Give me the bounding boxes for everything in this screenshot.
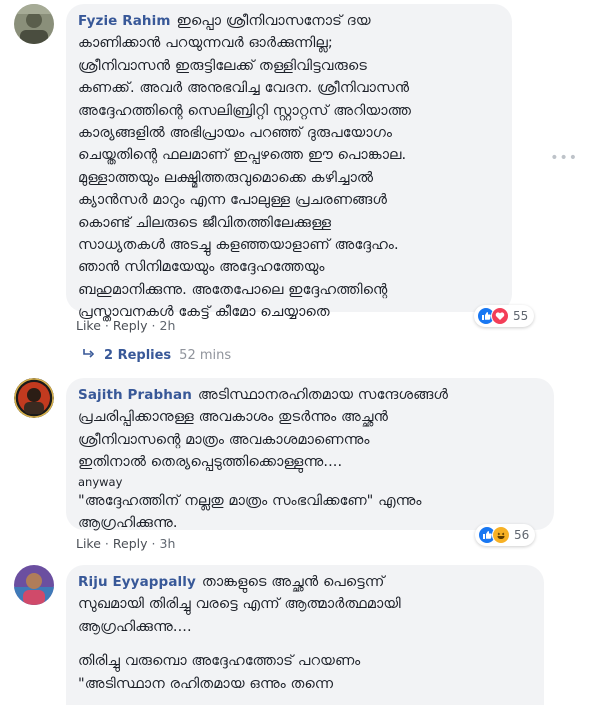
haha-reaction-icon — [492, 526, 510, 544]
comment: Fyzie Rahim ഇപ്പൊ ശ്രീനിവാസനോട് ദയ കാണിക്… — [0, 0, 600, 380]
comment-bubble: Riju Eyyappally താങ്കളുടെ അച്ഛൻ പെട്ടെന്ന… — [66, 565, 544, 705]
author-name[interactable]: Fyzie Rahim — [78, 13, 171, 29]
replies-timestamp: 52 mins — [179, 348, 232, 363]
comment-text: "അടിസ്ഥാന രഹിതമായ ഒന്നും തന്നെ — [78, 675, 334, 692]
reply-arrow-icon — [82, 348, 95, 363]
view-replies-link[interactable]: 2 Replies 52 mins — [82, 348, 231, 363]
comment-text: ഞാൻ സിനിമയേയും അദ്ദേഹത്തേയും — [78, 259, 325, 276]
comment-text: കൊണ്ട് ചിലരുടെ ജീവിതത്തിലേക്കുള്ള — [78, 214, 332, 231]
comment-text: മുള്ളാത്തയും ലക്ഷ്മിത്തരുവുമൊക്കെ കഴിച്ച… — [78, 169, 374, 186]
comment-text: ക്യാൻസർ മാറും എന്ന പോലുള്ള പ്രചരണങ്ങൾ — [78, 192, 388, 209]
love-reaction-icon — [491, 307, 509, 325]
comment-text: ഇതിനാൽ തെര്യപ്പെടുത്തിക്കൊള്ളുന്നു.... — [78, 454, 343, 471]
comment: Riju Eyyappally താങ്കളുടെ അച്ഛൻ പെട്ടെന്ന… — [0, 563, 600, 705]
comment-text: ഇപ്പൊ ശ്രീനിവാസനോട് ദയ — [176, 13, 371, 29]
comment-text: "അദ്ദേഹത്തിന് നല്ലതു മാത്രം സംഭവിക്കണേ" … — [78, 492, 422, 509]
comment-text: സുഖമായി തിരിച്ചു വരട്ടെ എന്ന് ആത്മാർത്ഥമ… — [78, 596, 401, 613]
comment-text: കണക്ക്. അവർ അനുഭവിച്ച വേദന. ശ്രീനിവാസൻ — [78, 80, 410, 97]
comment-text: anyway — [78, 474, 123, 489]
comment-text: താങ്കളുടെ അച്ഛൻ പെട്ടെന്ന് — [201, 574, 385, 590]
more-options-icon[interactable]: ••• — [550, 150, 578, 166]
author-name[interactable]: Sajith Prabhan — [78, 387, 192, 403]
comment-text: കാര്യങ്ങളിൽ അഭിപ്രായം പറഞ്ഞ് ദുരുപയോഗം — [78, 125, 393, 142]
like-button[interactable]: Like — [76, 536, 101, 551]
comment-text: സാധ്യതകൾ അടച്ചു കളഞ്ഞയാളാണ് അദ്ദേഹം. — [78, 237, 399, 254]
comment-text: ചെയ്തതിന്റെ ഫലമാണ് ഇപ്പഴത്തെ ഈ പൊങ്കാല. — [78, 147, 407, 164]
comment-bubble: Fyzie Rahim ഇപ്പൊ ശ്രീനിവാസനോട് ദയ കാണിക്… — [66, 4, 512, 320]
comment-text: ആഗ്രഹിക്കുന്നു. — [78, 515, 178, 532]
reply-button[interactable]: Reply — [113, 318, 148, 333]
comment-text: അദ്ദേഹത്തിന്റെ സെലിബ്രിറ്റി സ്റ്റാറ്റസ് … — [78, 102, 411, 119]
comment-actions: Like · Reply · 3h — [76, 536, 176, 551]
timestamp[interactable]: 2h — [160, 318, 176, 333]
replies-count[interactable]: 2 Replies — [104, 348, 171, 363]
comment-text: അടിസ്ഥാനരഹിതമായ സന്ദേശങ്ങൾ — [197, 387, 449, 403]
comment-text: കാണിക്കാൻ പറയുന്നവർ ഓർക്കുന്നില്ല; — [78, 35, 333, 52]
comment-text: ശ്രീനിവാസൻ ഇരുട്ടിലേക്ക് തള്ളിവിട്ടവരുടെ — [78, 57, 367, 74]
comment-text: പ്രചരിപ്പിക്കാനുള്ള അവകാശം തുടർന്നും അച്… — [78, 409, 388, 426]
reaction-count: 56 — [514, 528, 530, 542]
avatar[interactable] — [14, 378, 54, 418]
comment-text: ശ്രീനിവാസന്റെ മാത്രം അവകാശമാണെന്നും — [78, 431, 370, 448]
avatar[interactable] — [14, 4, 54, 44]
like-button[interactable]: Like — [76, 318, 101, 333]
reply-button[interactable]: Reply — [113, 536, 148, 551]
comment-text: ആഗ്രഹിക്കുന്നു.... — [78, 618, 192, 635]
comment: Sajith Prabhan അടിസ്ഥാനരഹിതമായ സന്ദേശങ്ങൾ… — [0, 378, 600, 558]
comment-text: ബഹുമാനിക്കുന്നു. അതേപോലെ ഇദ്ദേഹത്തിന്റെ — [78, 281, 388, 298]
comment-actions: Like · Reply · 2h — [76, 318, 176, 333]
timestamp[interactable]: 3h — [160, 536, 176, 551]
comment-text: തിരിച്ചു വരുമ്പൊ അദ്ദേഹത്തോട് പറയണം — [78, 653, 361, 670]
avatar[interactable] — [14, 565, 54, 605]
reaction-summary[interactable]: 56 — [475, 524, 536, 546]
reaction-summary[interactable]: 55 — [474, 305, 535, 327]
comment-bubble: Sajith Prabhan അടിസ്ഥാനരഹിതമായ സന്ദേശങ്ങൾ… — [66, 378, 554, 531]
author-name[interactable]: Riju Eyyappally — [78, 574, 196, 590]
reaction-count: 55 — [513, 309, 529, 323]
